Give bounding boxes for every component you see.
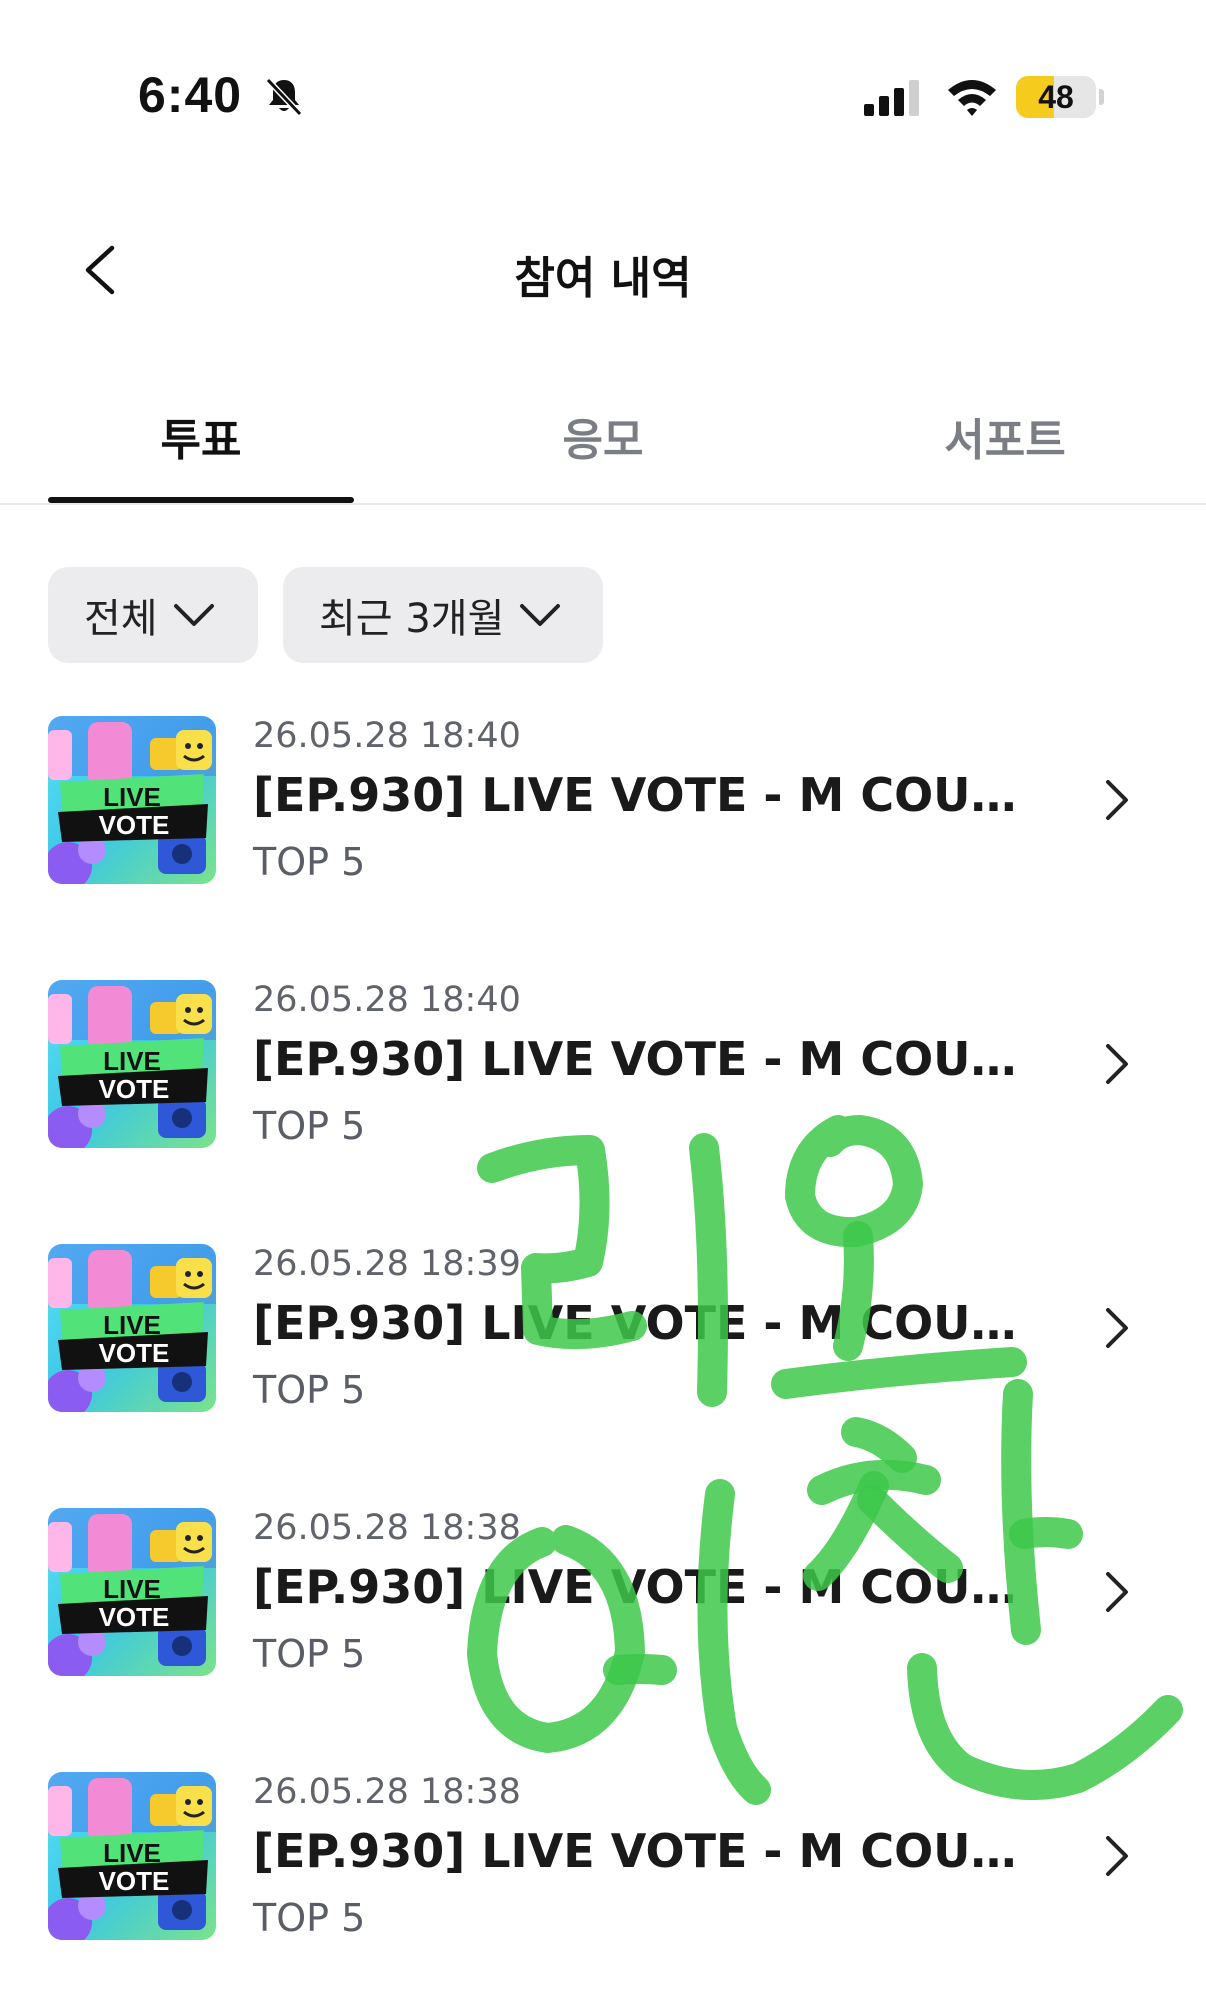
live-vote-artwork: LIVEVOTE	[48, 1772, 216, 1940]
live-vote-artwork: LIVEVOTE	[48, 1244, 216, 1412]
chevron-right-icon	[1106, 1308, 1128, 1348]
item-title: [EP.930] LIVE VOTE - M COUNTD...	[253, 1032, 1053, 1086]
pink-block	[88, 986, 132, 1050]
item-title: [EP.930] LIVE VOTE - M COUNTD...	[253, 768, 1053, 822]
period-filter-label: 최근 3개월	[319, 596, 505, 642]
tab-entry[interactable]: 응모	[402, 390, 804, 503]
battery-level: 48	[1038, 79, 1074, 115]
item-title: [EP.930] LIVE VOTE - M COUNTD...	[253, 1824, 1053, 1878]
list-item[interactable]: LIVE VOTE 26.05.28 18:38 [EP.930] LIVE VO…	[0, 1508, 1206, 1688]
wifi-icon	[948, 80, 996, 116]
live-vote-thumbnail: LIVE VOTE	[48, 1508, 216, 1676]
item-subtitle: TOP 5	[253, 1896, 366, 1940]
category-filter-label: 전체	[84, 596, 158, 642]
item-subtitle: TOP 5	[253, 1368, 366, 1412]
thumb-text-vote: VOTE	[99, 1338, 170, 1368]
live-vote-thumbnail: LIVE VOTE	[48, 980, 216, 1148]
item-date: 26.05.28 18:40	[253, 980, 521, 1020]
tab-label: 응모	[562, 415, 644, 466]
chevron-down-icon	[173, 604, 214, 626]
thumb-text-live: LIVE	[103, 1310, 161, 1340]
pink-block	[88, 1250, 132, 1314]
category-filter[interactable]: 전체	[48, 567, 258, 663]
page-title: 참여 내역	[514, 253, 692, 304]
tab-label: 서포트	[944, 415, 1066, 466]
live-vote-thumbnail: LIVE VOTE	[48, 716, 216, 884]
chevron-right-icon	[1106, 1572, 1128, 1612]
tab-vote[interactable]: 투표	[0, 390, 402, 503]
item-subtitle: TOP 5	[253, 840, 366, 884]
item-date: 26.05.28 18:39	[253, 1244, 521, 1284]
thumb-text-live: LIVE	[103, 1046, 161, 1076]
list-item[interactable]: LIVE VOTE 26.05.28 18:38 [EP.930] LIVE VO…	[0, 1772, 1206, 1952]
status-time: 6:40	[138, 67, 243, 123]
signal-icon	[864, 80, 919, 116]
thumb-text-vote: VOTE	[99, 1602, 170, 1632]
list-item[interactable]: LIVE VOTE 26.05.28 18:40 [EP.930] LIVE VO…	[0, 980, 1206, 1160]
live-vote-thumbnail: LIVE VOTE	[48, 1772, 216, 1940]
tab-support[interactable]: 서포트	[804, 390, 1206, 503]
period-filter[interactable]: 최근 3개월	[283, 567, 603, 663]
status-bar: 6:40 48	[0, 0, 1206, 150]
pink-block	[88, 1514, 132, 1578]
chevron-right-icon	[1106, 1836, 1128, 1876]
thumb-text-vote: VOTE	[99, 810, 170, 840]
item-date: 26.05.28 18:38	[253, 1772, 521, 1812]
live-vote-artwork: LIVEVOTE	[48, 980, 216, 1148]
thumb-text-live: LIVE	[103, 1574, 161, 1604]
item-title: [EP.930] LIVE VOTE - M COUNTD...	[253, 1560, 1053, 1614]
doodle-stroke	[807, 1459, 941, 1505]
thumb-text-live: LIVE	[103, 1838, 161, 1868]
live-vote-artwork: LIVEVOTE	[48, 1508, 216, 1676]
live-vote-thumbnail: LIVE VOTE	[48, 1244, 216, 1412]
thumb-text-vote: VOTE	[99, 1866, 170, 1896]
battery-icon: 48	[1016, 76, 1096, 118]
chevron-right-icon	[1106, 780, 1128, 820]
tab-label: 투표	[160, 415, 242, 466]
item-date: 26.05.28 18:38	[253, 1508, 521, 1548]
battery-cap	[1099, 89, 1104, 105]
doodle-stroke	[841, 1417, 917, 1473]
vote-history-screen: 6:40 48 참여 내역 투표 응모 서포트 전체 최근 3개월 LIVE V…	[0, 0, 1206, 2014]
item-subtitle: TOP 5	[253, 1104, 366, 1148]
thumb-text-live: LIVE	[103, 782, 161, 812]
tab-bar: 투표 응모 서포트	[0, 390, 1206, 505]
pink-block	[88, 722, 132, 786]
item-subtitle: TOP 5	[253, 1632, 366, 1676]
chevron-right-icon	[1106, 1044, 1128, 1084]
thumb-text-vote: VOTE	[99, 1074, 170, 1104]
live-vote-artwork: LIVEVOTE	[48, 716, 216, 884]
active-tab-indicator	[48, 497, 354, 503]
pink-block	[88, 1778, 132, 1842]
list-item[interactable]: LIVE VOTE 26.05.28 18:39 [EP.930] LIVE VO…	[0, 1244, 1206, 1424]
list-item[interactable]: LIVE VOTE 26.05.28 18:40 [EP.930] LIVE VO…	[0, 716, 1206, 896]
item-date: 26.05.28 18:40	[253, 716, 521, 756]
item-title: [EP.930] LIVE VOTE - M COUNTD...	[253, 1296, 1053, 1350]
chevron-down-icon	[520, 604, 561, 626]
header: 참여 내역	[0, 220, 1206, 320]
bell-muted-icon	[265, 77, 303, 117]
